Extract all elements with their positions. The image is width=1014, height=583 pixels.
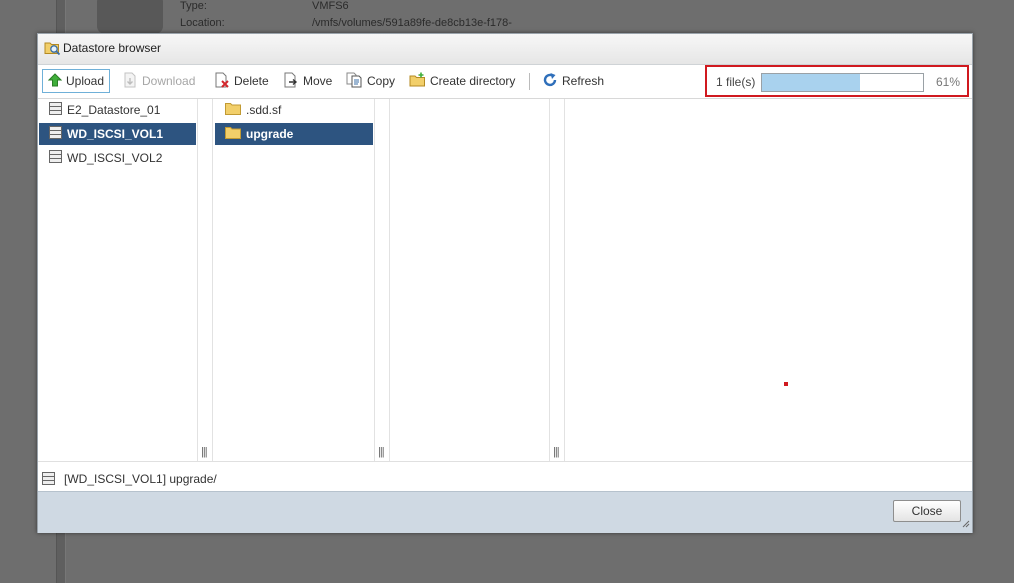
move-icon — [283, 72, 303, 91]
splitter-grip-icon: ||| — [553, 446, 560, 458]
datastore-icon — [42, 472, 55, 488]
create-directory-button[interactable]: Create directory — [409, 69, 515, 93]
datastore-list-pane: E2_Datastore_01 WD_ISCSI_VOL1 WD_ISCSI_V… — [38, 99, 197, 461]
datastore-name: E2_Datastore_01 — [67, 103, 161, 117]
download-icon — [122, 72, 142, 91]
type-value: VMFS6 — [312, 0, 349, 12]
folder-name: .sdd.sf — [246, 103, 282, 117]
new-folder-icon — [409, 72, 430, 91]
datastore-browser-dialog: Datastore browser Upload Download Delete… — [37, 33, 973, 533]
upload-button[interactable]: Upload — [42, 69, 111, 93]
browser-panes: E2_Datastore_01 WD_ISCSI_VOL1 WD_ISCSI_V… — [38, 99, 972, 461]
red-marker — [784, 382, 788, 386]
datastore-item-e2-datastore-01[interactable]: E2_Datastore_01 — [39, 99, 196, 121]
location-value: /vmfs/volumes/591a89fe-de8cb13e-f178- — [312, 17, 512, 29]
pane-splitter[interactable]: ||| — [549, 99, 565, 461]
move-button[interactable]: Move — [283, 69, 332, 93]
type-label: Type: — [180, 0, 207, 12]
folder-name: upgrade — [246, 127, 294, 141]
toolbar-separator — [529, 73, 530, 90]
folder-item-sdd-sf[interactable]: .sdd.sf — [215, 99, 373, 121]
download-button[interactable]: Download — [122, 69, 195, 93]
current-path: [WD_ISCSI_VOL1] upgrade/ — [64, 472, 217, 486]
folder-icon — [215, 102, 246, 118]
datastore-item-wd-iscsi-vol2[interactable]: WD_ISCSI_VOL2 — [39, 147, 196, 169]
refresh-icon — [542, 72, 562, 91]
create-directory-label: Create directory — [430, 74, 516, 88]
current-path-bar: [WD_ISCSI_VOL1] upgrade/ — [38, 461, 972, 491]
datastore-icon — [39, 102, 67, 118]
upload-file-count: 1 file(s) — [716, 75, 756, 89]
upload-arrow-icon — [47, 72, 66, 90]
dialog-title: Datastore browser — [63, 41, 162, 55]
download-label: Download — [142, 74, 196, 88]
datastore-name: WD_ISCSI_VOL2 — [67, 151, 163, 165]
folder-item-upgrade[interactable]: upgrade — [215, 123, 373, 145]
delete-label: Delete — [234, 74, 269, 88]
move-label: Move — [303, 74, 333, 88]
toolbar: Upload Download Delete Move Copy Create … — [38, 65, 972, 99]
resize-grip-icon[interactable] — [962, 517, 970, 531]
copy-icon — [346, 72, 367, 91]
pane-splitter[interactable]: ||| — [374, 99, 390, 461]
datastore-item-wd-iscsi-vol1[interactable]: WD_ISCSI_VOL1 — [39, 123, 196, 145]
dialog-footer: Close — [38, 491, 972, 533]
refresh-label: Refresh — [562, 74, 605, 88]
datastore-icon — [39, 150, 67, 166]
close-button[interactable]: Close — [893, 500, 961, 522]
upload-progress-percent: 61% — [936, 75, 961, 89]
file-details-pane — [566, 99, 972, 461]
folder-list-pane: .sdd.sf upgrade — [214, 99, 374, 461]
delete-icon — [214, 72, 234, 91]
datastore-browser-icon — [44, 40, 61, 56]
dialog-titlebar[interactable]: Datastore browser — [38, 34, 972, 65]
upload-progress-bar — [761, 73, 924, 92]
copy-button[interactable]: Copy — [346, 69, 395, 93]
pane-splitter[interactable]: ||| — [197, 99, 213, 461]
refresh-button[interactable]: Refresh — [542, 69, 604, 93]
upload-label: Upload — [66, 74, 105, 88]
delete-button[interactable]: Delete — [214, 69, 269, 93]
folder-icon — [215, 126, 246, 142]
subfolder-list-pane — [391, 99, 549, 461]
upload-progress-fill — [762, 74, 861, 91]
location-label: Location: — [180, 17, 225, 29]
datastore-icon — [39, 126, 67, 142]
splitter-grip-icon: ||| — [378, 446, 385, 458]
splitter-grip-icon: ||| — [201, 446, 208, 458]
upload-progress-highlight: 1 file(s) 61% — [705, 65, 969, 97]
copy-label: Copy — [367, 74, 396, 88]
datastore-disk-icon — [97, 0, 163, 34]
datastore-name: WD_ISCSI_VOL1 — [67, 127, 164, 141]
